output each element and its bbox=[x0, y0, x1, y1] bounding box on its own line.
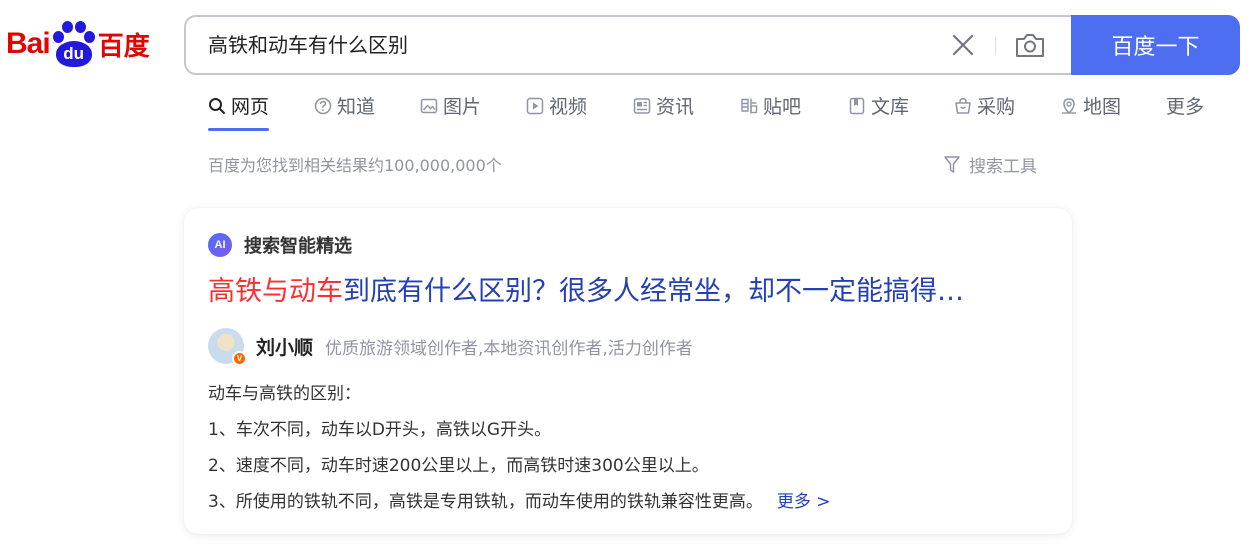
paw-logo-text: du bbox=[55, 41, 92, 67]
tab-images[interactable]: 图片 bbox=[420, 92, 481, 132]
question-icon bbox=[314, 97, 332, 115]
paw-logo-icon: du bbox=[51, 21, 97, 67]
video-icon bbox=[526, 97, 544, 115]
search-divider bbox=[995, 37, 996, 55]
answer-line: 2、速度不同，动车时速200公里以上，而高铁时速300公里以上。 bbox=[208, 456, 709, 476]
doc-icon bbox=[849, 97, 865, 115]
verified-badge: V bbox=[232, 351, 247, 366]
search-tools-button[interactable]: 搜索工具 bbox=[943, 152, 1037, 177]
author-name[interactable]: 刘小顺 bbox=[256, 333, 313, 360]
search-bar: 高铁和动车有什么区别 百度一下 bbox=[184, 15, 1240, 75]
ai-answer-card: AI 搜索智能精选 高铁与动车到底有什么区别？很多人经常坐，却不一定能搞得… V… bbox=[184, 208, 1072, 534]
author-description: 优质旅游领域创作者,本地资讯创作者,活力创作者 bbox=[325, 338, 693, 359]
close-icon[interactable] bbox=[950, 32, 976, 58]
page: Bai du 百度 高铁和动车有什么区别 百度一下 网页 知道 图片 视频 资讯… bbox=[0, 0, 1256, 559]
shopping-icon bbox=[955, 98, 971, 114]
logo-chinese-text: 百度 bbox=[97, 31, 150, 62]
tab-label: 更多 bbox=[1166, 96, 1205, 118]
more-link[interactable]: 更多 > bbox=[777, 492, 831, 512]
tab-label: 采购 bbox=[977, 96, 1016, 118]
tab-label: 视频 bbox=[549, 96, 588, 118]
tab-more[interactable]: 更多 bbox=[1166, 92, 1204, 132]
title-highlight: 高铁与动车 bbox=[208, 276, 343, 307]
search-input[interactable]: 高铁和动车有什么区别 bbox=[184, 15, 1074, 75]
logo-latin-text: Bai bbox=[6, 27, 51, 60]
search-query-text: 高铁和动车有什么区别 bbox=[208, 33, 408, 57]
tab-label: 文库 bbox=[871, 96, 910, 118]
answer-line: 1、车次不同，动车以D开头，高铁以G开头。 bbox=[208, 420, 552, 440]
tab-web[interactable]: 网页 bbox=[208, 92, 270, 132]
image-icon bbox=[420, 98, 438, 114]
map-icon bbox=[1062, 98, 1076, 115]
tab-tieba[interactable]: 贴吧 bbox=[740, 92, 801, 132]
filter-icon bbox=[944, 155, 960, 173]
search-button[interactable]: 百度一下 bbox=[1071, 15, 1240, 75]
tab-label: 地图 bbox=[1083, 96, 1122, 118]
tab-news[interactable]: 资讯 bbox=[633, 92, 694, 132]
tab-label: 图片 bbox=[443, 96, 482, 118]
result-count: 百度为您找到相关结果约100,000,000个 bbox=[208, 156, 502, 175]
answer-line-text: 3、所使用的铁轨不同，高铁是专用铁轨，而动车使用的铁轨兼容性更高。 bbox=[208, 492, 763, 512]
result-title-link[interactable]: 高铁与动车到底有什么区别？很多人经常坐，却不一定能搞得… bbox=[208, 272, 1053, 312]
tab-label: 贴吧 bbox=[763, 96, 802, 118]
news-icon bbox=[633, 98, 651, 114]
ai-icon: AI bbox=[208, 233, 232, 257]
tieba-icon bbox=[741, 98, 758, 114]
tab-label: 知道 bbox=[337, 96, 376, 118]
search-tabs: 网页 知道 图片 视频 资讯 贴吧 文库 采购 地图 更多 bbox=[208, 92, 1218, 132]
search-icon bbox=[209, 98, 225, 114]
baidu-logo[interactable]: Bai du 百度 bbox=[6, 18, 150, 70]
author-row: V 刘小顺 优质旅游领域创作者,本地资讯创作者,活力创作者 bbox=[208, 326, 693, 366]
tab-label: 资讯 bbox=[656, 96, 695, 118]
tab-map[interactable]: 地图 bbox=[1060, 92, 1121, 132]
tab-zhidao[interactable]: 知道 bbox=[314, 92, 375, 132]
tab-video[interactable]: 视频 bbox=[526, 92, 587, 132]
tab-wenku[interactable]: 文库 bbox=[848, 92, 909, 132]
answer-line-last: 3、所使用的铁轨不同，高铁是专用铁轨，而动车使用的铁轨兼容性更高。 更多 > bbox=[208, 484, 830, 520]
camera-icon[interactable] bbox=[1014, 31, 1046, 59]
ai-header: AI 搜索智能精选 bbox=[208, 232, 352, 258]
search-tools-label: 搜索工具 bbox=[969, 157, 1037, 177]
answer-line: 动车与高铁的区别： bbox=[208, 384, 361, 404]
answer-content: 动车与高铁的区别： 1、车次不同，动车以D开头，高铁以G开头。 2、速度不同，动… bbox=[208, 376, 830, 520]
tab-shopping[interactable]: 采购 bbox=[954, 92, 1015, 132]
title-rest: 到底有什么区别？很多人经常坐，却不一定能搞得… bbox=[343, 276, 964, 307]
tab-label: 网页 bbox=[231, 96, 270, 118]
avatar[interactable]: V bbox=[208, 328, 247, 366]
ai-label: 搜索智能精选 bbox=[244, 236, 352, 257]
